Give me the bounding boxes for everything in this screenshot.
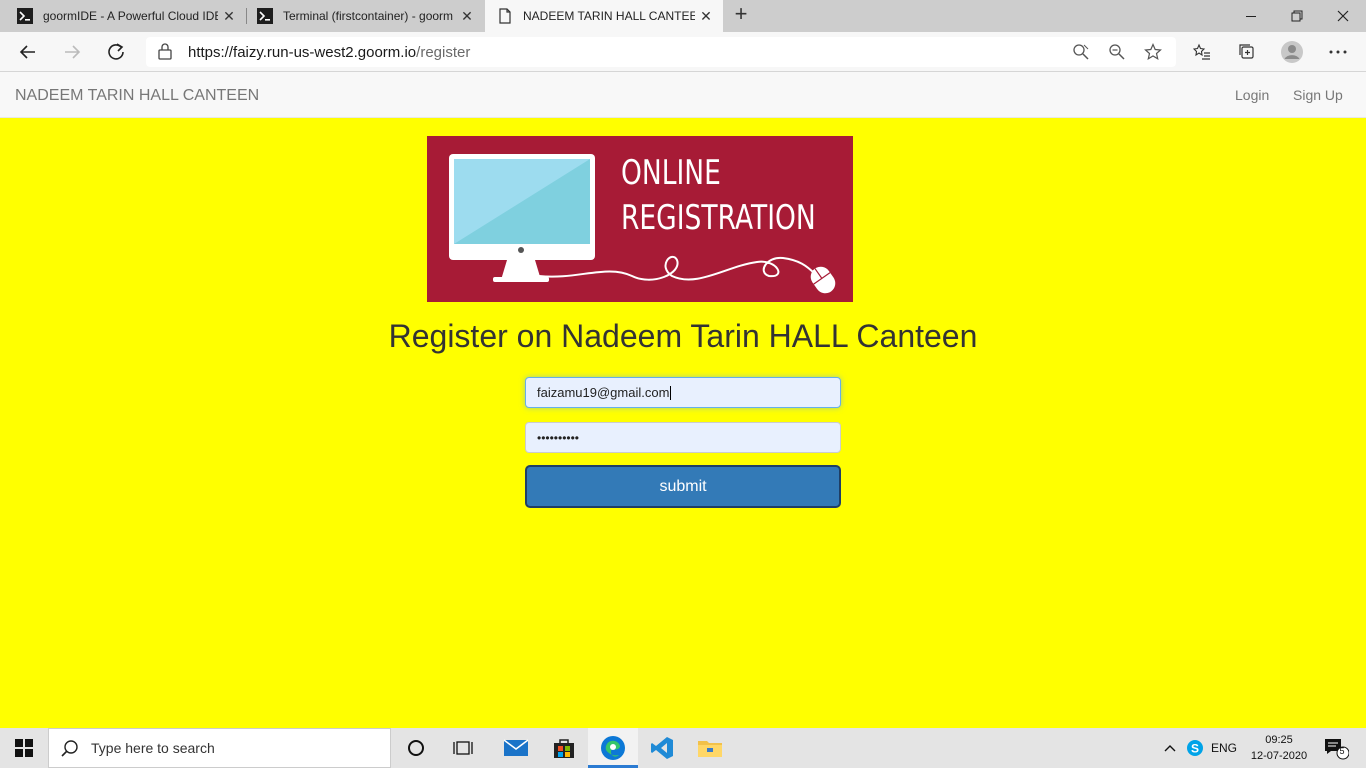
edge-browser-icon bbox=[601, 736, 625, 760]
action-center-button[interactable]: 5 bbox=[1316, 728, 1356, 768]
tab-title: goormIDE - A Powerful Cloud IDE bbox=[43, 9, 218, 23]
profile-avatar-icon[interactable] bbox=[1280, 40, 1304, 64]
email-value: faizamu19@gmail.com bbox=[537, 385, 670, 400]
search-page-icon[interactable] bbox=[1072, 43, 1090, 66]
show-hidden-icons-button[interactable] bbox=[1160, 728, 1180, 768]
close-icon bbox=[1337, 10, 1349, 22]
refresh-button[interactable] bbox=[102, 38, 130, 66]
text-caret bbox=[670, 385, 672, 400]
mail-icon bbox=[504, 739, 528, 756]
vscode-app-button[interactable] bbox=[640, 728, 684, 768]
cortana-button[interactable] bbox=[396, 728, 436, 768]
address-bar[interactable]: https://faizy.run-us-west2.goorm.io/regi… bbox=[146, 37, 1176, 67]
search-icon bbox=[61, 739, 79, 757]
more-options-icon[interactable] bbox=[1326, 40, 1350, 64]
windows-logo-icon bbox=[15, 739, 33, 757]
new-tab-button[interactable]: + bbox=[730, 3, 752, 26]
clock-time: 09:25 bbox=[1265, 734, 1293, 746]
browser-tab-terminal[interactable]: Terminal (firstcontainer) - goorm ✕ bbox=[247, 0, 484, 32]
site-navbar: NADEEM TARIN HALL CANTEEN Login Sign Up bbox=[0, 72, 1366, 118]
refresh-icon bbox=[108, 43, 124, 60]
url-path: /register bbox=[416, 44, 471, 61]
vscode-icon bbox=[651, 737, 673, 759]
online-registration-banner: ONLINE REGISTRATION bbox=[427, 136, 853, 302]
login-link[interactable]: Login bbox=[1235, 87, 1269, 103]
submit-button[interactable]: submit bbox=[525, 465, 841, 508]
cortana-circle-icon bbox=[408, 740, 424, 756]
banner-line-2: REGISTRATION bbox=[621, 198, 816, 238]
start-button[interactable] bbox=[0, 728, 48, 768]
page-icon bbox=[497, 8, 513, 24]
favorite-star-icon[interactable] bbox=[1144, 43, 1162, 66]
minimize-button[interactable] bbox=[1228, 0, 1274, 32]
close-icon[interactable]: ✕ bbox=[456, 8, 478, 25]
password-field[interactable]: •••••••••• bbox=[525, 422, 841, 453]
language-indicator[interactable]: ENG bbox=[1208, 728, 1240, 768]
back-button[interactable] bbox=[14, 38, 42, 66]
url-host: https://faizy.run-us-west2.goorm.io bbox=[188, 44, 417, 61]
email-field[interactable]: faizamu19@gmail.com bbox=[525, 377, 841, 408]
terminal-icon bbox=[17, 8, 33, 24]
restore-icon bbox=[1291, 10, 1303, 22]
svg-text:S: S bbox=[1191, 742, 1199, 756]
store-app-button[interactable] bbox=[542, 728, 586, 768]
chevron-up-icon bbox=[1164, 745, 1176, 752]
windows-taskbar: Type here to search S ENG 09:25 12-07-20… bbox=[0, 728, 1366, 768]
taskbar-clock[interactable]: 09:25 12-07-2020 bbox=[1248, 732, 1310, 764]
password-value: •••••••••• bbox=[537, 430, 580, 445]
collections-icon[interactable] bbox=[1235, 40, 1259, 64]
restore-button[interactable] bbox=[1274, 0, 1320, 32]
browser-tab-canteen[interactable]: NADEEM TARIN HALL CANTEEN ✕ bbox=[485, 0, 723, 32]
store-bag-icon bbox=[554, 739, 574, 758]
task-view-button[interactable] bbox=[443, 728, 483, 768]
notification-count: 5 bbox=[1339, 746, 1345, 756]
search-placeholder: Type here to search bbox=[91, 740, 215, 756]
forward-button[interactable] bbox=[58, 38, 86, 66]
tab-title: Terminal (firstcontainer) - goorm bbox=[283, 9, 454, 23]
page-title: Register on Nadeem Tarin HALL Canteen bbox=[388, 318, 978, 354]
mail-app-button[interactable] bbox=[494, 728, 538, 768]
url-text: https://faizy.run-us-west2.goorm.io/regi… bbox=[188, 44, 470, 61]
close-icon[interactable]: ✕ bbox=[218, 8, 240, 25]
signup-link[interactable]: Sign Up bbox=[1293, 87, 1343, 103]
favorites-icon[interactable] bbox=[1190, 40, 1214, 64]
minimize-icon bbox=[1246, 16, 1256, 17]
close-icon[interactable]: ✕ bbox=[695, 8, 717, 25]
browser-tab-strip: goormIDE - A Powerful Cloud IDE ✕ Termin… bbox=[0, 0, 1366, 32]
close-window-button[interactable] bbox=[1320, 0, 1366, 32]
tab-title: NADEEM TARIN HALL CANTEEN bbox=[523, 9, 695, 23]
taskbar-search-box[interactable]: Type here to search bbox=[48, 728, 391, 768]
terminal-icon bbox=[257, 8, 273, 24]
folder-icon bbox=[698, 741, 722, 757]
zoom-out-icon[interactable] bbox=[1108, 43, 1126, 66]
lock-icon bbox=[158, 43, 172, 65]
browser-toolbar: https://faizy.run-us-west2.goorm.io/regi… bbox=[0, 32, 1366, 72]
forward-arrow-icon bbox=[65, 45, 81, 59]
banner-line-1: ONLINE bbox=[621, 153, 721, 193]
file-explorer-button[interactable] bbox=[688, 728, 732, 768]
back-arrow-icon bbox=[19, 45, 35, 59]
task-view-icon bbox=[453, 741, 473, 755]
browser-tab-goormide[interactable]: goormIDE - A Powerful Cloud IDE ✕ bbox=[0, 0, 246, 32]
edge-app-button[interactable] bbox=[588, 728, 638, 768]
skype-tray-button[interactable]: S bbox=[1185, 728, 1205, 768]
skype-icon: S bbox=[1187, 740, 1203, 756]
clock-date: 12-07-2020 bbox=[1250, 750, 1308, 762]
site-brand[interactable]: NADEEM TARIN HALL CANTEEN bbox=[15, 87, 259, 105]
